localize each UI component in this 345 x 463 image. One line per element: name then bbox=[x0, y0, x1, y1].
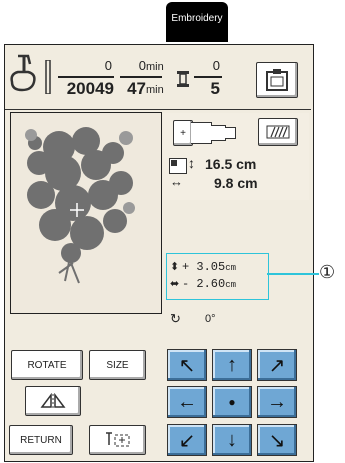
time-current: 0 bbox=[138, 58, 146, 73]
rotation-value: 0° bbox=[205, 313, 216, 325]
arrow-down-right-icon: ↘ bbox=[268, 429, 286, 452]
move-down-right-button[interactable]: ↘ bbox=[257, 424, 297, 456]
trial-button[interactable] bbox=[89, 425, 146, 455]
move-right-button[interactable]: → bbox=[257, 386, 297, 418]
return-button[interactable]: RETURN bbox=[9, 425, 73, 455]
presser-foot-icon bbox=[8, 52, 42, 102]
stitch-count-total: 20049 bbox=[66, 79, 114, 98]
color-divider bbox=[194, 76, 222, 78]
center-dot-icon: ● bbox=[228, 395, 236, 409]
move-up-left-button[interactable]: ↖ bbox=[167, 349, 207, 381]
time-divider bbox=[120, 76, 162, 78]
size-button[interactable]: SIZE bbox=[89, 350, 146, 380]
hoop-size-small bbox=[225, 127, 236, 139]
embroidery-frame-button[interactable] bbox=[256, 62, 298, 98]
time-current-unit: min bbox=[146, 61, 164, 73]
return-label: RETURN bbox=[20, 434, 62, 446]
callout-line bbox=[267, 273, 319, 275]
move-down-left-button[interactable]: ↙ bbox=[167, 424, 207, 456]
hoop-size-large bbox=[191, 122, 212, 144]
needle-frame-icon bbox=[105, 432, 129, 447]
time-total: 47 bbox=[127, 79, 146, 98]
move-down-button[interactable]: ↓ bbox=[212, 424, 252, 456]
mirror-icon bbox=[40, 393, 66, 408]
arrow-down-icon: ↓ bbox=[227, 428, 237, 451]
rotate-label: ROTATE bbox=[27, 359, 67, 371]
pattern-height: 16.5 cm bbox=[205, 156, 257, 172]
move-up-button[interactable]: ↑ bbox=[212, 349, 252, 381]
arrow-down-left-icon: ↙ bbox=[178, 429, 196, 452]
stitch-divider bbox=[58, 76, 114, 78]
rotation-icon: ↻ bbox=[170, 311, 181, 326]
callout-box bbox=[166, 253, 269, 300]
stitch-pattern-icon bbox=[266, 125, 290, 139]
needle-icon bbox=[43, 59, 53, 95]
hoop-size-medium bbox=[211, 125, 226, 141]
plus-icon: + bbox=[180, 127, 186, 139]
arrow-up-right-icon: ↗ bbox=[268, 354, 286, 377]
move-left-button[interactable]: ← bbox=[167, 386, 207, 418]
tab-embroidery[interactable]: Embroidery bbox=[166, 2, 228, 42]
callout-marker: ① bbox=[319, 262, 336, 282]
center-button[interactable]: ● bbox=[212, 386, 252, 418]
move-up-right-button[interactable]: ↗ bbox=[257, 349, 297, 381]
rotate-button[interactable]: ROTATE bbox=[11, 350, 83, 380]
arrow-left-icon: ← bbox=[177, 390, 197, 413]
width-arrow-icon: ↔ bbox=[170, 174, 183, 189]
stitch-count-current: 0 bbox=[104, 58, 112, 73]
arrow-up-left-icon: ↖ bbox=[178, 354, 196, 377]
arrow-right-icon: → bbox=[267, 390, 287, 413]
thread-spool-icon bbox=[176, 70, 190, 88]
hoop-icon bbox=[266, 69, 288, 91]
pattern-width: 9.8 cm bbox=[214, 175, 258, 191]
pattern-preview bbox=[10, 112, 162, 314]
size-label: SIZE bbox=[106, 359, 129, 371]
color-current: 0 bbox=[212, 58, 220, 73]
time-total-unit: min bbox=[146, 84, 164, 96]
thread-density-button[interactable] bbox=[258, 118, 298, 146]
mirror-button[interactable] bbox=[25, 386, 81, 416]
arrow-up-icon: ↑ bbox=[227, 353, 237, 376]
hoop-plus-button[interactable]: + bbox=[173, 120, 193, 146]
color-total: 5 bbox=[210, 79, 220, 98]
flower-pattern-icon bbox=[25, 127, 135, 284]
tab-label: Embroidery bbox=[171, 13, 223, 24]
height-arrow-icon: ↕ bbox=[188, 155, 195, 171]
pattern-size-icon bbox=[169, 158, 187, 174]
